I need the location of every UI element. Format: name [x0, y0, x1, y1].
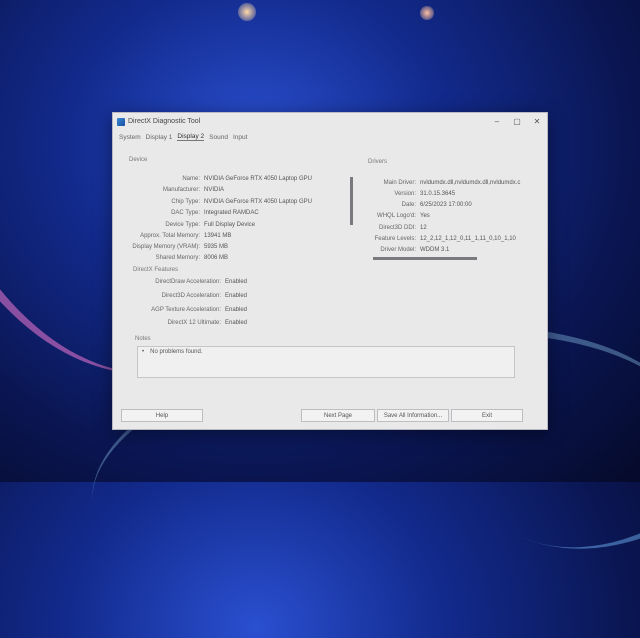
tab-display-2[interactable]: Display 2	[177, 133, 205, 141]
device-row: Shared Memory: 8006 MB	[115, 255, 228, 261]
device-label: Chip Type:	[171, 199, 200, 205]
driver-value: WDDM 3.1	[420, 247, 450, 253]
device-row: Device Type: Full Display Device	[115, 222, 255, 228]
minimize-icon[interactable]: –	[487, 114, 507, 130]
window-title: DirectX Diagnostic Tool	[128, 118, 201, 125]
driver-value: 12	[420, 225, 427, 231]
driver-row: Direct3D DDI: 12	[369, 225, 427, 231]
driver-row: Feature Levels: 12_2,12_1,12_0,11_1,11_0…	[369, 236, 516, 242]
device-value: 8006 MB	[204, 255, 229, 261]
notes-box[interactable]: • No problems found.	[137, 346, 515, 378]
driver-value: Yes	[420, 213, 430, 219]
device-value: NVIDIA GeForce RTX 4050 Laptop GPU	[204, 176, 312, 182]
feature-label: DirectDraw Acceleration:	[155, 279, 221, 285]
driver-label: Driver Model:	[380, 247, 416, 253]
device-label: Device Type:	[165, 222, 200, 228]
exit-button[interactable]: Exit	[451, 409, 523, 422]
device-label: Manufacturer:	[162, 187, 200, 193]
device-label: Shared Memory:	[155, 255, 200, 261]
device-group-heading: Device	[129, 157, 148, 163]
features-group-heading: DirectX Features	[133, 267, 179, 273]
driver-row: Driver Model: WDDM 3.1	[369, 247, 449, 253]
driver-value: nvldumdx.dll,nvldumdx.dll,nvldumdx.c	[420, 180, 521, 186]
feature-value: Enabled	[225, 320, 248, 326]
title-bar[interactable]: DirectX Diagnostic Tool – ▢ ✕	[113, 113, 547, 130]
device-row: Approx. Total Memory: 13941 MB	[115, 233, 231, 239]
tab-bar: System Display 1 Display 2 Sound Input	[113, 130, 547, 144]
device-label: Display Memory (VRAM):	[132, 244, 200, 250]
next-page-button[interactable]: Next Page	[301, 409, 375, 422]
driver-label: Feature Levels:	[374, 236, 416, 242]
tab-display-1[interactable]: Display 1	[146, 134, 173, 141]
feature-label: AGP Texture Acceleration:	[151, 307, 221, 313]
ceiling-light-glare	[238, 3, 256, 21]
window-controls: – ▢ ✕	[487, 114, 547, 130]
feature-row: Direct3D Acceleration: Enabled	[113, 293, 247, 299]
feature-label: DirectX 12 Ultimate:	[167, 320, 221, 326]
device-label: DAC Type:	[171, 210, 200, 216]
feature-label: Direct3D Acceleration:	[161, 293, 221, 299]
tab-system[interactable]: System	[119, 134, 141, 141]
feature-row: DirectX 12 Ultimate: Enabled	[113, 320, 247, 326]
dxdiag-window: DirectX Diagnostic Tool – ▢ ✕ System Dis…	[112, 112, 548, 430]
driver-label: Direct3D DDI:	[378, 225, 416, 231]
driver-row: Main Driver: nvldumdx.dll,nvldumdx.dll,n…	[369, 180, 521, 186]
bullet-icon: •	[142, 349, 145, 355]
device-row: Display Memory (VRAM): 5935 MB	[115, 244, 228, 250]
feature-row: AGP Texture Acceleration: Enabled	[113, 307, 247, 313]
directx-app-icon	[117, 117, 125, 126]
device-row: Manufacturer: NVIDIA	[115, 187, 224, 193]
driver-label: Main Driver:	[383, 180, 416, 186]
device-value: 13941 MB	[204, 233, 232, 239]
driver-value: 12_2,12_1,12_0,11_1,11_0,10_1,10	[420, 236, 516, 242]
scrollbar-thumb[interactable]	[350, 177, 353, 225]
save-all-information-button[interactable]: Save All Information...	[377, 409, 449, 422]
close-icon[interactable]: ✕	[527, 114, 547, 130]
device-value: Full Display Device	[204, 222, 256, 228]
device-row: Chip Type: NVIDIA GeForce RTX 4050 Lapto…	[115, 199, 312, 205]
driver-label: Version:	[394, 191, 416, 197]
tab-input[interactable]: Input	[233, 134, 247, 141]
tab-sound[interactable]: Sound	[209, 134, 228, 141]
driver-label: WHQL Logo'd:	[377, 213, 416, 219]
driver-value: 31.0.15.3645	[420, 191, 456, 197]
maximize-icon[interactable]: ▢	[507, 114, 527, 130]
device-row: Name: NVIDIA GeForce RTX 4050 Laptop GPU	[115, 176, 312, 182]
notes-item: • No problems found.	[142, 349, 202, 355]
device-value: 5935 MB	[204, 244, 229, 250]
horizontal-scrollbar-thumb[interactable]	[373, 257, 477, 260]
feature-value: Enabled	[225, 293, 248, 299]
help-button[interactable]: Help	[121, 409, 203, 422]
device-row: DAC Type: Integrated RAMDAC	[115, 210, 259, 216]
device-value: NVIDIA	[204, 187, 225, 193]
notes-group-heading: Notes	[135, 336, 151, 342]
driver-row: Date: 6/25/2023 17:00:00	[369, 202, 472, 208]
driver-label: Date:	[401, 202, 416, 208]
feature-value: Enabled	[225, 307, 248, 313]
drivers-group-heading: Drivers	[368, 159, 387, 165]
feature-value: Enabled	[225, 279, 248, 285]
device-label: Approx. Total Memory:	[140, 233, 200, 239]
device-value: NVIDIA GeForce RTX 4050 Laptop GPU	[204, 199, 312, 205]
device-value: Integrated RAMDAC	[204, 210, 259, 216]
ceiling-light-glare	[420, 6, 434, 20]
driver-row: WHQL Logo'd: Yes	[369, 213, 430, 219]
feature-row: DirectDraw Acceleration: Enabled	[113, 279, 247, 285]
driver-value: 6/25/2023 17:00:00	[420, 202, 472, 208]
device-label: Name:	[182, 176, 200, 182]
notes-text: No problems found.	[150, 349, 203, 355]
driver-row: Version: 31.0.15.3645	[369, 191, 455, 197]
